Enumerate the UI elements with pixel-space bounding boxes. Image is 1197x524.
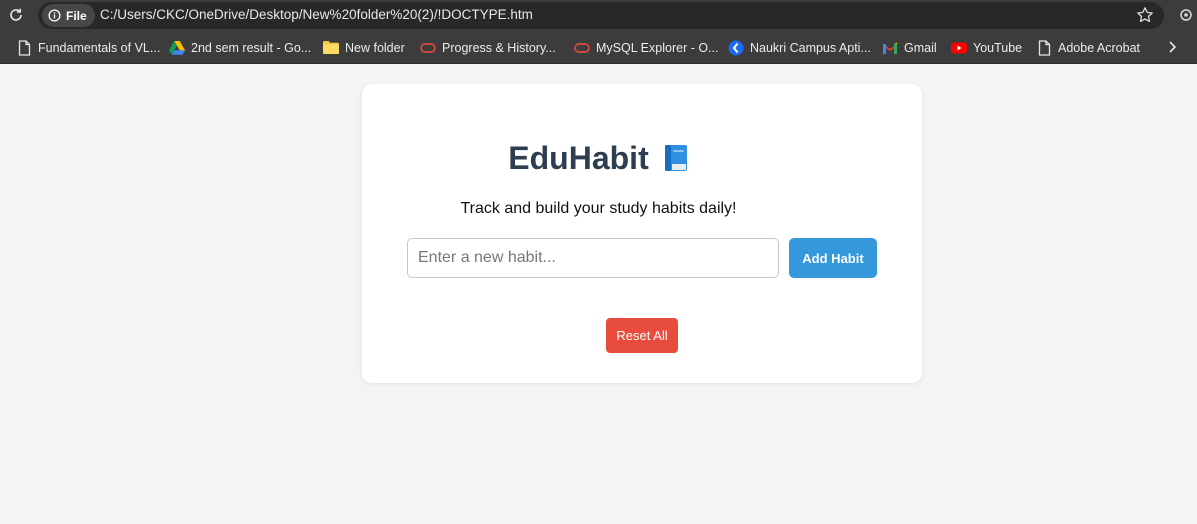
extensions-icon[interactable] bbox=[1177, 5, 1197, 25]
bookmark-adobe-acrobat[interactable]: Adobe Acrobat bbox=[1036, 31, 1140, 64]
naukri-icon bbox=[728, 40, 744, 56]
bookmark-mysql-explorer[interactable]: MySQL Explorer - O... bbox=[574, 31, 718, 64]
folder-icon bbox=[323, 40, 339, 56]
bookmark-label: Naukri Campus Apti... bbox=[750, 40, 871, 55]
youtube-icon bbox=[951, 40, 967, 56]
bookmark-naukri[interactable]: Naukri Campus Apti... bbox=[728, 31, 871, 64]
site-info-chip[interactable]: File bbox=[42, 4, 95, 27]
page-icon bbox=[1036, 39, 1052, 56]
oracle-icon bbox=[420, 40, 436, 56]
app-title-text: EduHabit bbox=[508, 140, 649, 176]
bookmark-label: YouTube bbox=[973, 40, 1023, 55]
subtitle: Track and build your study habits daily! bbox=[460, 200, 737, 217]
file-chip-label: File bbox=[66, 8, 87, 23]
blue-book-icon bbox=[663, 143, 689, 171]
bookmark-new-folder[interactable]: New folder bbox=[323, 31, 405, 64]
bookmarks-bar: Fundamentals of VL... 2nd sem result - G… bbox=[0, 31, 1197, 64]
bookmark-label: MySQL Explorer - O... bbox=[596, 40, 719, 55]
bookmark-label: Progress & History... bbox=[442, 40, 556, 55]
add-habit-button[interactable]: Add Habit bbox=[789, 238, 877, 278]
new-habit-input[interactable] bbox=[407, 238, 779, 278]
bookmark-fundamentals[interactable]: Fundamentals of VL... bbox=[16, 31, 160, 64]
reset-all-button[interactable]: Reset All bbox=[606, 318, 678, 353]
bookmark-gmail[interactable]: Gmail bbox=[882, 31, 937, 64]
bookmark-progress-history[interactable]: Progress & History... bbox=[420, 31, 556, 64]
bookmark-2nd-sem-result[interactable]: 2nd sem result - Go... bbox=[169, 31, 311, 64]
gmail-icon bbox=[882, 40, 898, 56]
info-icon bbox=[48, 9, 61, 22]
google-drive-icon bbox=[169, 40, 185, 56]
bookmark-label: 2nd sem result - Go... bbox=[191, 40, 312, 55]
oracle-icon bbox=[574, 40, 590, 56]
bookmark-label: Adobe Acrobat bbox=[1058, 40, 1141, 55]
bookmark-label: New folder bbox=[345, 40, 405, 55]
page-title: EduHabit bbox=[0, 140, 1197, 177]
reload-icon[interactable] bbox=[6, 5, 26, 25]
bookmark-youtube[interactable]: YouTube bbox=[951, 31, 1022, 64]
address-bar-row: File C:/Users/CKC/OneDrive/Desktop/New%2… bbox=[0, 0, 1197, 31]
bookmark-label: Gmail bbox=[904, 40, 937, 55]
bookmark-label: Fundamentals of VL... bbox=[38, 40, 161, 55]
chevron-right-icon[interactable] bbox=[1164, 39, 1180, 55]
bookmark-star-icon[interactable] bbox=[1134, 5, 1156, 25]
url-text[interactable]: C:/Users/CKC/OneDrive/Desktop/New%20fold… bbox=[100, 7, 533, 22]
page-icon bbox=[16, 39, 32, 56]
